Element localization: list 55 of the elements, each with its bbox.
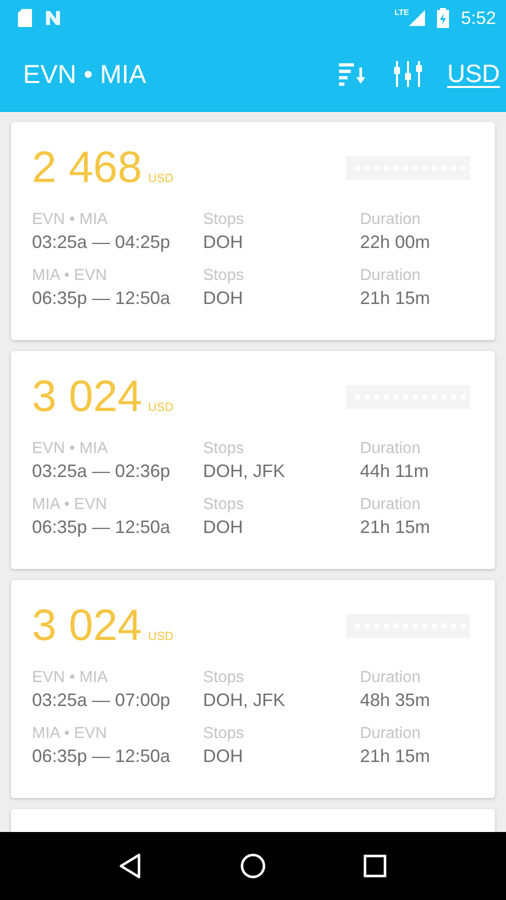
stops-value: DOH (203, 516, 243, 539)
leg-route: EVN • MIA (32, 210, 108, 230)
flight-card[interactable]: 2 468 USD EVN • MIA 03:25a — 04:25p Stops DOH Duration 22h 00m MIA • EVN 06:35p — 12:50a Stops DOH Duration 21h 15m (11, 122, 495, 340)
stops-label: Stops (203, 210, 244, 230)
duration-label: Duration (360, 439, 420, 459)
leg-times: 06:35p — 12:50a (32, 516, 170, 539)
stops-value: DOH, JFK (203, 460, 286, 483)
home-icon[interactable] (240, 853, 266, 879)
stops-value: DOH (203, 745, 243, 768)
duration-value: 21h 15m (360, 287, 430, 310)
stops-value: DOH, JFK (203, 689, 286, 712)
route-title: EVN • MIA (23, 58, 146, 90)
leg-route: MIA • EVN (32, 724, 107, 744)
duration-label: Duration (360, 724, 420, 744)
stops-label: Stops (203, 724, 244, 744)
recents-icon[interactable] (362, 853, 388, 879)
network-label: LTE (394, 8, 409, 17)
duration-label: Duration (360, 210, 420, 230)
stops-label: Stops (203, 495, 244, 515)
clock: 5:52 (460, 8, 496, 28)
sd-card-icon (18, 9, 32, 27)
n-logo-icon (44, 9, 62, 27)
stops-label: Stops (203, 266, 244, 286)
leg-times: 06:35p — 12:50a (32, 287, 170, 310)
duration-value: 48h 35m (360, 689, 430, 712)
leg-times: 03:25a — 02:36p (32, 460, 170, 483)
price-currency: USD (148, 171, 174, 185)
price: 3 024 (32, 600, 142, 652)
leg-times: 06:35p — 12:50a (32, 745, 170, 768)
stops-value: DOH (203, 231, 243, 254)
duration-value: 21h 15m (360, 745, 430, 768)
duration-value: 22h 00m (360, 231, 430, 254)
flight-card[interactable]: 3 024 USD EVN • MIA 03:25a — 07:00p Stops DOH, JFK Duration 48h 35m MIA • EVN 06:35p — 12:50a Stops DOH Duration 21h 15m (11, 580, 495, 798)
leg-route: EVN • MIA (32, 439, 108, 459)
stops-value: DOH (203, 287, 243, 310)
price-currency: USD (148, 400, 174, 414)
leg-route: MIA • EVN (32, 495, 107, 515)
stops-label: Stops (203, 668, 244, 688)
stops-label: Stops (203, 439, 244, 459)
duration-value: 44h 11m (360, 460, 429, 483)
price-currency: USD (148, 629, 174, 643)
leg-times: 03:25a — 04:25p (32, 231, 170, 254)
price: 2 468 (32, 142, 142, 194)
duration-value: 21h 15m (360, 516, 430, 539)
signal-icon (408, 10, 425, 26)
price: 3 024 (32, 371, 142, 423)
leg-route: MIA • EVN (32, 266, 107, 286)
duration-label: Duration (360, 495, 420, 515)
filter-sliders-icon[interactable] (393, 61, 424, 87)
duration-label: Duration (360, 668, 420, 688)
leg-times: 03:25a — 07:00p (32, 689, 170, 712)
flight-card[interactable]: 3 024 USD EVN • MIA 03:25a — 02:36p Stops DOH, JFK Duration 44h 11m MIA • EVN 06:35p — 12:50a Stops DOH Duration 21h 15m (11, 351, 495, 569)
duration-label: Duration (360, 266, 420, 286)
battery-charging-icon (436, 8, 449, 28)
leg-route: EVN • MIA (32, 668, 108, 688)
